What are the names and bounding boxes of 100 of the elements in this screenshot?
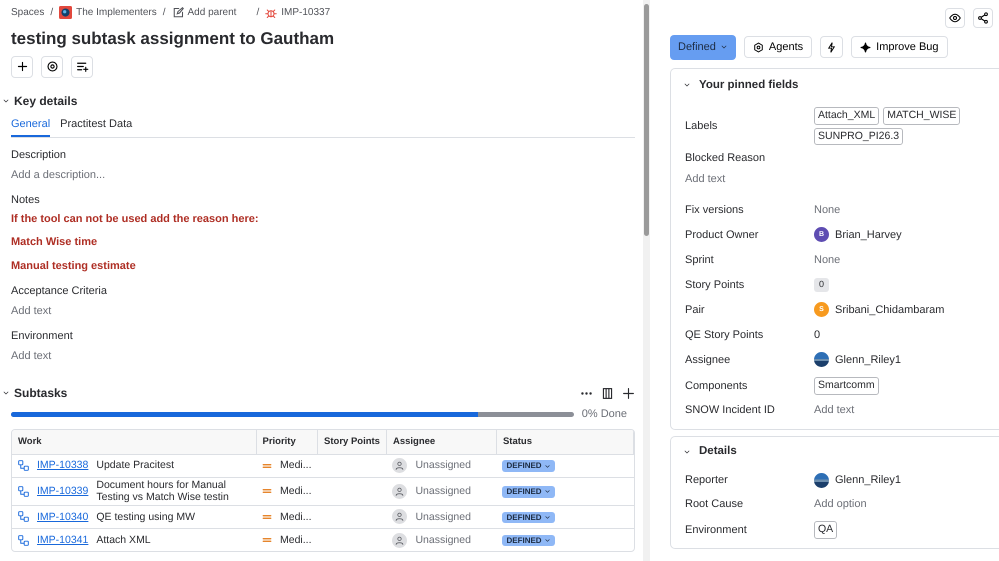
priority-text: Medi... xyxy=(280,534,312,546)
status-dropdown[interactable]: DEFINED xyxy=(502,486,555,498)
bug-icon xyxy=(265,6,278,18)
field-label: Environment xyxy=(11,329,74,344)
sparkle-icon xyxy=(860,42,872,53)
issue-link[interactable]: IMP-10341 xyxy=(37,534,88,546)
summary-text: Document hours for Manual Testing vs Match Wise testin xyxy=(96,478,230,504)
chevron-icon[interactable] xyxy=(2,389,10,397)
field-label: Product Owner xyxy=(684,228,760,242)
avatar-icon xyxy=(392,532,408,548)
list-add-icon xyxy=(76,60,88,73)
section-heading: Subtasks xyxy=(14,385,68,402)
status-dropdown[interactable]: DEFINED xyxy=(502,534,555,546)
breadcrumb-link[interactable]: Spaces xyxy=(11,5,44,20)
project-icon xyxy=(59,6,72,19)
field-label: Environment xyxy=(684,522,748,538)
subtask-icon xyxy=(18,534,29,546)
field-label: Components xyxy=(684,378,748,394)
priority-text: Medi... xyxy=(280,485,312,498)
label-tag: MATCH_WISE xyxy=(883,106,960,124)
label-tag: Attach_XML xyxy=(814,106,880,124)
column-header: Work xyxy=(12,430,256,454)
settings-icon xyxy=(46,60,58,73)
label-tag: QA xyxy=(814,521,838,539)
field-label: Root Cause xyxy=(684,497,744,512)
photo-avatar xyxy=(814,352,829,368)
field-value[interactable]: Add text xyxy=(814,402,854,419)
tab[interactable]: Practitest Data xyxy=(60,114,132,137)
label-tag: Smartcomm xyxy=(814,377,879,395)
field-label: Reporter xyxy=(684,473,729,488)
status-dropdown[interactable]: DEFINED xyxy=(502,512,555,524)
field-label: Assignee xyxy=(684,352,732,368)
tab[interactable]: General xyxy=(11,114,50,137)
note-text: If the tool can not be used add the reason here: xyxy=(11,212,260,226)
section-heading: Key details xyxy=(14,92,78,110)
add-text-field[interactable]: Add text xyxy=(11,348,635,364)
settings-button[interactable] xyxy=(41,56,63,78)
agent-icon xyxy=(752,42,764,53)
field-label: SNOW Incident ID xyxy=(684,403,776,418)
assignee-text: Unassigned xyxy=(415,485,471,498)
share-button[interactable] xyxy=(973,8,993,28)
column-header: Priority xyxy=(256,430,318,454)
automation-button[interactable] xyxy=(820,36,844,58)
columns-icon[interactable] xyxy=(601,386,614,400)
slash-separator: / xyxy=(162,6,166,20)
photo-avatar xyxy=(814,472,829,488)
column-header: Status xyxy=(496,430,634,454)
field-value[interactable]: None xyxy=(814,252,840,268)
field-value[interactable]: None xyxy=(814,202,840,218)
eye-icon xyxy=(949,12,961,24)
share-icon xyxy=(977,12,989,24)
avatar-icon xyxy=(392,458,408,474)
add-text-field[interactable]: Add text xyxy=(11,302,635,319)
breadcrumb-link[interactable]: Add parent xyxy=(188,5,236,20)
field-label: QE Story Points xyxy=(684,328,764,342)
pencil-icon xyxy=(172,6,184,18)
field-label: Story Points xyxy=(684,278,746,292)
status-button[interactable]: Defined xyxy=(670,35,736,60)
add-text-field[interactable]: Add a description... xyxy=(11,166,635,183)
plus-icon[interactable] xyxy=(622,386,635,400)
column-header: Assignee xyxy=(386,430,496,454)
issue-link[interactable]: IMP-10338 xyxy=(37,459,88,472)
issue-link[interactable]: IMP-10340 xyxy=(37,510,88,524)
agents-button[interactable]: Agents xyxy=(744,36,812,58)
field-value: 0 xyxy=(814,328,820,342)
subtask-icon xyxy=(18,511,29,522)
slash-separator: / xyxy=(256,6,260,20)
field-label: Sprint xyxy=(684,252,715,268)
field-label: Acceptance Criteria xyxy=(11,284,108,299)
count-badge: 0 xyxy=(814,278,830,292)
add-button[interactable] xyxy=(11,56,33,78)
plus-icon xyxy=(16,60,28,73)
panel-heading: Details xyxy=(699,444,737,459)
user-name: Brian_Harvey xyxy=(835,228,902,242)
progress-text: 0% Done xyxy=(582,407,627,422)
priority-text: Medi... xyxy=(280,510,312,524)
caret-icon xyxy=(544,514,551,522)
field-value[interactable]: Add option xyxy=(814,496,867,512)
assignee-text: Unassigned xyxy=(415,459,471,472)
note-text: Match Wise time xyxy=(11,235,98,250)
field-label: Description xyxy=(11,148,68,163)
user-name: Glenn_Riley1 xyxy=(835,352,902,368)
issue-title: testing subtask assignment to Gautham xyxy=(11,28,336,50)
user-name: Glenn_Riley1 xyxy=(835,473,902,488)
field-label: Fix versions xyxy=(684,202,745,218)
watch-button[interactable] xyxy=(945,8,965,28)
assignee-text: Unassigned xyxy=(415,510,471,524)
add-list-button[interactable] xyxy=(71,56,93,78)
breadcrumb-link[interactable]: IMP-10337 xyxy=(281,5,330,20)
breadcrumb-link[interactable]: The Implementers xyxy=(76,5,157,20)
assignee-text: Unassigned xyxy=(415,534,471,546)
improve-button[interactable]: Improve Bug xyxy=(851,36,948,58)
field-label: Blocked Reason xyxy=(685,151,766,166)
issue-link[interactable]: IMP-10339 xyxy=(37,485,88,498)
label-tag: SUNPRO_PI26.3 xyxy=(814,128,904,146)
avatar-icon xyxy=(392,509,408,524)
status-dropdown[interactable]: DEFINED xyxy=(502,460,555,472)
scrollbar[interactable] xyxy=(643,0,650,561)
add-text-field[interactable]: Add text xyxy=(685,170,999,188)
field-label: Notes xyxy=(11,193,41,208)
